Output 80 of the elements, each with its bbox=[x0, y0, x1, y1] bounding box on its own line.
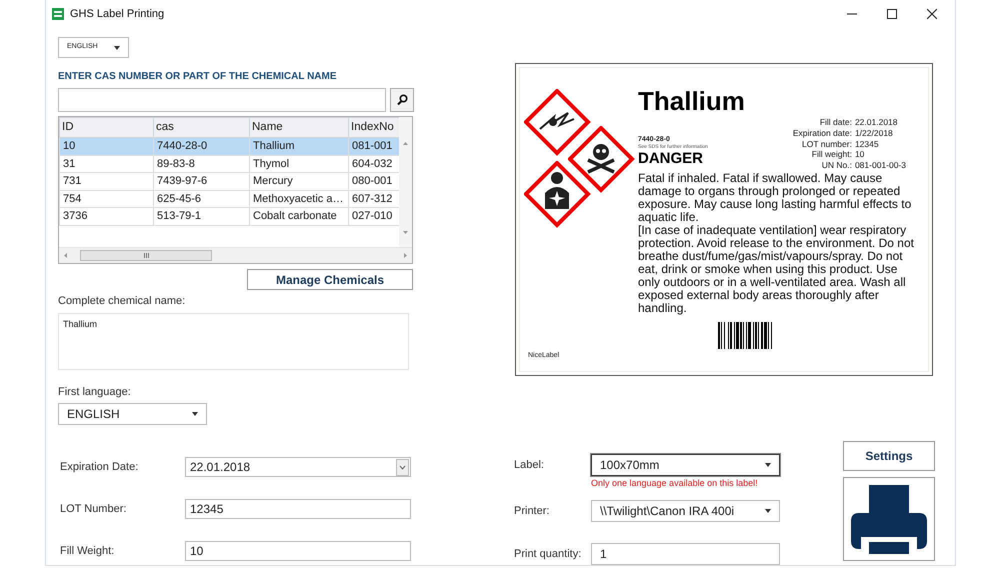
table-row[interactable]: 10 7440-28-0 Thallium 081-001 bbox=[60, 138, 400, 155]
signal-word: DANGER bbox=[638, 150, 704, 168]
first-language-dropdown[interactable]: ENGLISH bbox=[58, 403, 207, 425]
detail-label: LOT number: bbox=[801, 138, 852, 150]
column-header[interactable]: IndexNo bbox=[348, 118, 400, 138]
caret-icon bbox=[765, 508, 771, 512]
scroll-up-icon[interactable] bbox=[402, 141, 410, 146]
table-cell: 31 bbox=[60, 155, 154, 172]
field-label: Printer: bbox=[514, 504, 550, 518]
detail-label: Fill weight: bbox=[810, 149, 852, 160]
field-label: Fill Weight: bbox=[60, 544, 116, 559]
grip-icon bbox=[144, 253, 148, 258]
column-header[interactable]: Name bbox=[250, 118, 348, 138]
horizontal-scrollbar[interactable] bbox=[59, 247, 412, 263]
search-label: ENTER CAS NUMBER OR PART OF THE CHEMICAL NAME bbox=[58, 70, 338, 84]
table-cell: Mercury bbox=[250, 172, 348, 190]
field-label: Label: bbox=[514, 458, 545, 473]
field-label: Print quantity: bbox=[514, 546, 582, 562]
table-cell: Methoxyacetic a… bbox=[250, 190, 348, 208]
caret-icon bbox=[192, 412, 198, 416]
detail-value: 12345 bbox=[854, 138, 880, 150]
table-cell: Thymol bbox=[250, 155, 348, 172]
search-icon bbox=[396, 94, 408, 106]
column-header[interactable]: cas bbox=[154, 118, 250, 138]
app-icon bbox=[52, 8, 64, 20]
vertical-scrollbar[interactable] bbox=[399, 117, 412, 247]
hazard-statement: Fatal if inhaled. Fatal if swallowed. May cause damage to organs through prolonged or repeated exposure. May cause long lasting harmful effects to aquatic life. bbox=[638, 172, 912, 224]
table-cell: 625-45-6 bbox=[154, 190, 250, 208]
field-label: Expiration Date: bbox=[60, 460, 140, 475]
barcode-icon bbox=[718, 322, 774, 349]
table-cell: 081-001 bbox=[348, 138, 400, 155]
caret-icon bbox=[114, 46, 120, 50]
table-cell: 7439-97-6 bbox=[154, 172, 250, 190]
text-field[interactable]: 1 bbox=[591, 542, 780, 564]
text-field[interactable]: 12345 bbox=[185, 499, 411, 519]
detail-value: 081-001-00-3 bbox=[854, 160, 906, 171]
chemical-title: Thallium bbox=[638, 88, 746, 114]
table-cell: 754 bbox=[60, 190, 154, 208]
table-cell: 7440-28-0 bbox=[154, 138, 250, 155]
scroll-left-icon[interactable] bbox=[63, 252, 68, 259]
field-label: First language: bbox=[58, 384, 132, 400]
detail-label: UN No.: bbox=[820, 160, 852, 171]
text-field[interactable]: 10 bbox=[185, 541, 411, 561]
caret-icon bbox=[765, 463, 771, 467]
scroll-thumb[interactable] bbox=[80, 250, 212, 261]
dropdown[interactable]: \\Twilight\Canon IRA 400i bbox=[591, 500, 780, 522]
environment-pictogram-icon bbox=[524, 89, 592, 156]
print-button[interactable] bbox=[843, 477, 935, 561]
detail-label: Fill date: bbox=[818, 117, 852, 128]
detail-value: 1/22/2018 bbox=[854, 128, 894, 139]
dropdown[interactable]: 100x70mm bbox=[591, 454, 780, 476]
field-label: LOT Number: bbox=[60, 502, 128, 517]
search-field[interactable] bbox=[58, 88, 386, 112]
warning-text: Only one language available on this label! bbox=[591, 477, 759, 490]
dropdown-icon[interactable] bbox=[396, 458, 409, 476]
window-title: GHS Label Printing bbox=[70, 6, 164, 22]
table-cell: Thallium bbox=[250, 138, 348, 155]
close-icon bbox=[927, 9, 937, 19]
table-cell: 3736 bbox=[60, 208, 154, 225]
precaution-statement: [In case of inadequate ventilation] wear respiratory protection. Avoid release to the environment. Do not breathe dust/fume/gas/mist/vapours/spray. Do not eat, drink or smoke when using this product. Use only outdoors or in a well-ventilated area. Wash all exposed external body areas thoroughly after handling. bbox=[638, 224, 915, 315]
date-field[interactable]: 22.01.2018 bbox=[185, 457, 411, 477]
printer-icon bbox=[851, 484, 927, 554]
search-button[interactable] bbox=[390, 88, 414, 112]
detail-value: 10 bbox=[854, 149, 866, 160]
scroll-right-icon[interactable] bbox=[403, 252, 408, 259]
scroll-down-icon[interactable] bbox=[402, 230, 410, 235]
field-label: Complete chemical name: bbox=[58, 294, 186, 309]
table-cell: 10 bbox=[60, 138, 154, 155]
table-cell: 731 bbox=[60, 172, 154, 190]
health-hazard-pictogram-icon bbox=[524, 161, 592, 228]
column-header[interactable]: ID bbox=[60, 118, 154, 138]
manage-chemicals-button[interactable]: Manage Chemicals bbox=[247, 269, 413, 290]
maximize-icon bbox=[887, 9, 897, 19]
detail-label: Expiration date: bbox=[792, 128, 852, 139]
chemical-name-field[interactable]: Thallium bbox=[58, 312, 409, 370]
settings-button[interactable]: Settings bbox=[843, 441, 935, 471]
table-cell: 89-83-8 bbox=[154, 155, 250, 172]
table-cell: 513-79-1 bbox=[154, 208, 250, 225]
table-cell: Cobalt carbonate bbox=[250, 208, 348, 225]
detail-value: 22.01.2018 bbox=[854, 117, 898, 128]
